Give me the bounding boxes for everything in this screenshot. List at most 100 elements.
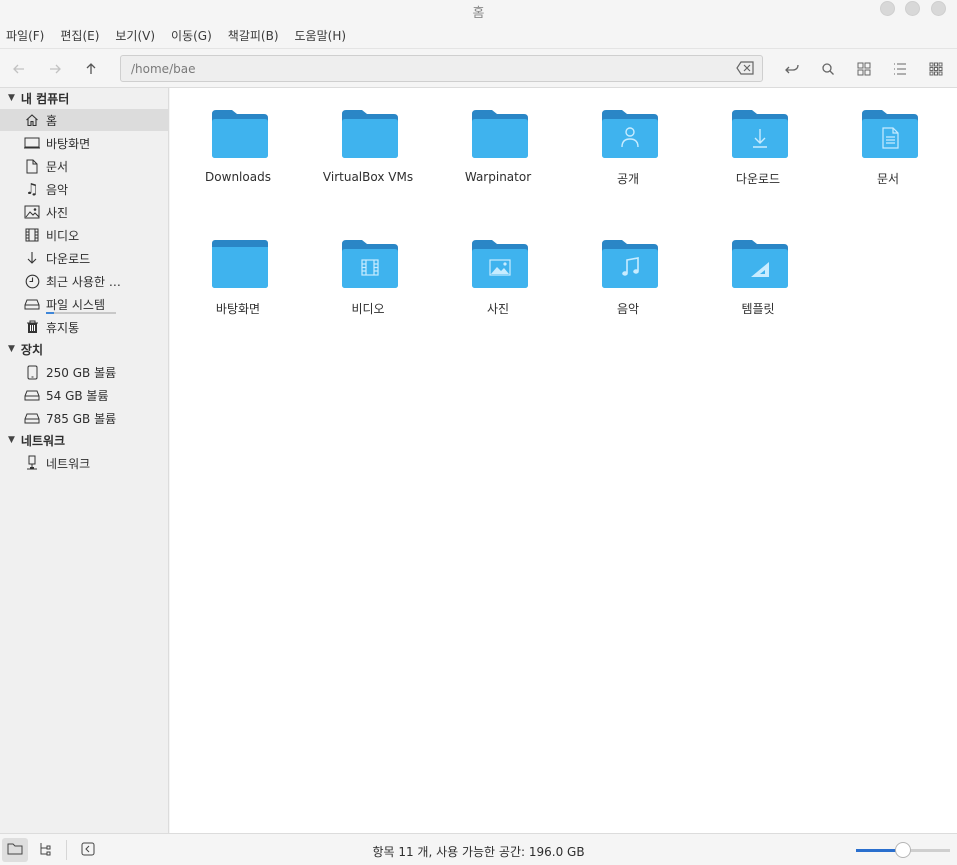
folder-label: 비디오 <box>351 302 385 316</box>
expander-icon[interactable]: ▼ <box>8 93 15 103</box>
title-bar: 홈 <box>0 0 957 22</box>
sidebar-item-trash[interactable]: 휴지통 <box>0 316 168 338</box>
sidebar-item-label: 홈 <box>46 113 58 128</box>
sidebar-item-label: 휴지통 <box>46 320 80 335</box>
sidebar-item-filesystem[interactable]: 파일 시스템 <box>0 293 168 315</box>
maximize-button[interactable] <box>905 1 920 16</box>
sidebar-item-label: 다운로드 <box>46 251 91 266</box>
download-folder-icon <box>732 110 788 158</box>
zoom-slider[interactable] <box>856 842 950 858</box>
expander-icon[interactable]: ▼ <box>8 344 15 354</box>
menu-help[interactable]: 도움말(H) <box>295 27 347 44</box>
menu-bookmarks[interactable]: 책갈피(B) <box>228 27 279 44</box>
close-button[interactable] <box>931 1 946 16</box>
pictures-folder-icon <box>472 240 528 288</box>
section-label: 네트워크 <box>20 433 66 448</box>
phone-drive-icon <box>24 364 40 380</box>
drive-icon <box>24 387 40 403</box>
menu-file[interactable]: 파일(F) <box>6 27 44 44</box>
compact-view-icon[interactable] <box>926 59 946 79</box>
sidebar-item-label: 네트워크 <box>46 456 91 471</box>
folder-item[interactable]: VirtualBox VMs <box>303 88 433 198</box>
folder-item[interactable]: 문서 <box>823 88 953 198</box>
window-title: 홈 <box>472 6 485 21</box>
folder-item[interactable]: Warpinator <box>433 88 563 198</box>
menu-edit[interactable]: 편집(E) <box>60 27 99 44</box>
location-path[interactable]: /home/bae <box>131 62 195 76</box>
folder-label: VirtualBox VMs <box>322 170 414 184</box>
folder-label: 템플릿 <box>741 302 775 316</box>
folder-label: 음악 <box>616 302 640 316</box>
folder-item[interactable]: 사진 <box>433 218 563 328</box>
sidebar-item-documents[interactable]: 문서 <box>0 155 168 177</box>
folder-item[interactable]: 템플릿 <box>693 218 823 328</box>
status-bar: 항목 11 개, 사용 가능한 공간: 196.0 GB <box>0 833 957 865</box>
recent-icon <box>24 273 40 289</box>
folder-label: Downloads <box>205 170 271 184</box>
file-view[interactable]: Downloads VirtualBox VMs Warpinator 공개 다… <box>170 88 957 833</box>
list-view-icon[interactable] <box>890 59 910 79</box>
expander-icon[interactable]: ▼ <box>8 435 15 445</box>
sidebar-item-videos[interactable]: 비디오 <box>0 224 168 246</box>
video-icon <box>24 227 40 243</box>
desktop-folder-icon <box>212 240 268 288</box>
sidebar-item-pictures[interactable]: 사진 <box>0 201 168 223</box>
folder-label: Warpinator <box>464 170 532 184</box>
toolbar: /home/bae <box>0 48 957 88</box>
folder-item[interactable]: 비디오 <box>303 218 433 328</box>
icon-view-icon[interactable] <box>854 59 874 79</box>
forward-arrow-icon[interactable] <box>45 59 65 79</box>
folder-label: 다운로드 <box>735 172 781 186</box>
search-icon[interactable] <box>818 59 838 79</box>
sidebar-item-volume-54[interactable]: 54 GB 볼륨 <box>0 384 168 406</box>
public-folder-icon <box>602 110 658 158</box>
picture-icon <box>24 204 40 220</box>
disk-usage-bar <box>46 312 116 314</box>
menu-go[interactable]: 이동(G) <box>171 27 212 44</box>
sidebar-item-label: 파일 시스템 <box>46 297 106 312</box>
document-icon <box>24 158 40 174</box>
folder-icon <box>342 110 398 158</box>
sidebar-item-volume-785[interactable]: 785 GB 볼륨 <box>0 407 168 429</box>
music-folder-icon <box>602 240 658 288</box>
sidebar-item-label: 문서 <box>46 159 69 174</box>
sidebar-item-volume-250[interactable]: 250 GB 볼륨 <box>0 361 168 383</box>
section-label: 장치 <box>20 342 44 357</box>
location-bar[interactable]: /home/bae <box>120 55 763 82</box>
network-icon <box>24 455 40 471</box>
section-network[interactable]: ▼ 네트워크 <box>8 430 65 450</box>
folder-label: 사진 <box>486 302 510 316</box>
sidebar-item-label: 바탕화면 <box>46 136 91 151</box>
sidebar-item-music[interactable]: ♫ 음악 <box>0 178 168 200</box>
sidebar-item-label: 최근 사용한 … <box>46 274 121 289</box>
disk-usage-fill <box>46 312 54 314</box>
toggle-location-icon[interactable] <box>782 59 802 79</box>
section-devices[interactable]: ▼ 장치 <box>8 339 43 359</box>
sidebar-item-label: 음악 <box>46 182 69 197</box>
folder-icon <box>212 110 268 158</box>
folder-item[interactable]: 바탕화면 <box>173 218 303 328</box>
folder-item[interactable]: 공개 <box>563 88 693 198</box>
sidebar-item-recent[interactable]: 최근 사용한 … <box>0 270 168 292</box>
sidebar-item-desktop[interactable]: 바탕화면 <box>0 132 168 154</box>
sidebar-item-home[interactable]: 홈 <box>0 109 168 131</box>
sidebar-item-label: 비디오 <box>46 228 80 243</box>
folder-item[interactable]: 음악 <box>563 218 693 328</box>
back-arrow-icon[interactable] <box>9 59 29 79</box>
sidebar-item-downloads[interactable]: 다운로드 <box>0 247 168 269</box>
sidebar: ▼ 내 컴퓨터 홈 바탕화면 문서 ♫ 음악 사진 비디오 다운로드 최근 사용… <box>0 88 169 833</box>
section-my-computer[interactable]: ▼ 내 컴퓨터 <box>8 88 69 108</box>
zoom-slider-handle[interactable] <box>895 842 911 858</box>
clear-icon[interactable] <box>736 61 754 75</box>
folder-item[interactable]: Downloads <box>173 88 303 198</box>
desktop-icon <box>24 135 40 151</box>
sidebar-item-network[interactable]: 네트워크 <box>0 452 168 474</box>
minimize-button[interactable] <box>880 1 895 16</box>
folder-label: 바탕화면 <box>215 302 261 316</box>
folder-item[interactable]: 다운로드 <box>693 88 823 198</box>
up-arrow-icon[interactable] <box>81 59 101 79</box>
status-text: 항목 11 개, 사용 가능한 공간: 196.0 GB <box>372 845 585 859</box>
menu-view[interactable]: 보기(V) <box>115 27 155 44</box>
download-icon <box>24 250 40 266</box>
menu-bar: 파일(F) 편집(E) 보기(V) 이동(G) 책갈피(B) 도움말(H) <box>0 24 957 46</box>
